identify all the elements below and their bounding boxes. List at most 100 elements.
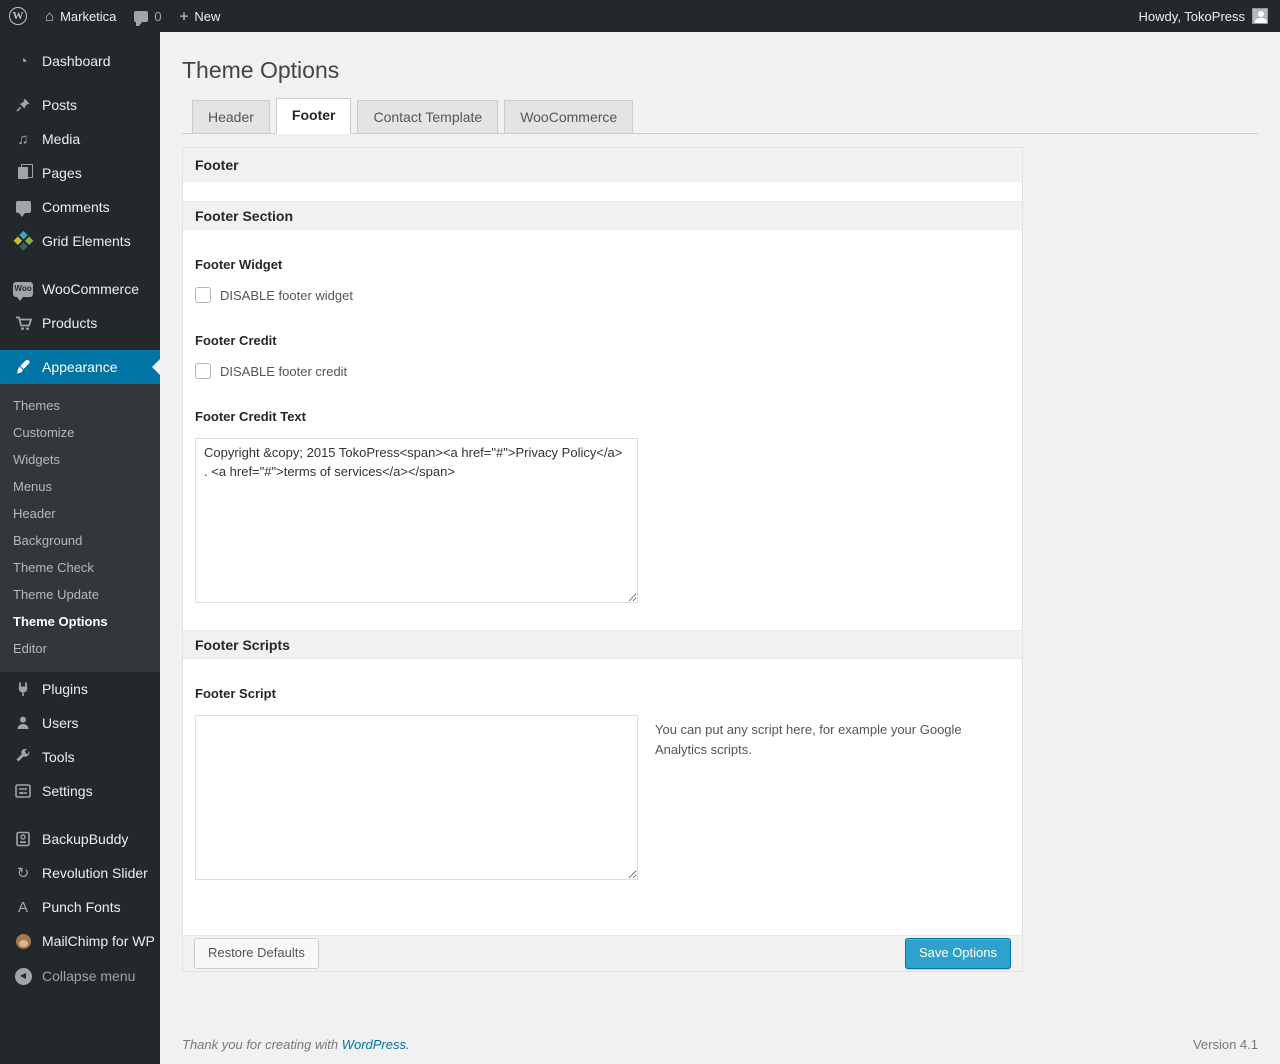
panel-header-label: Footer xyxy=(195,156,239,173)
user-icon xyxy=(13,715,33,731)
avatar[interactable] xyxy=(1252,8,1268,24)
sidebar-item-dashboard[interactable]: ◔ Dashboard xyxy=(0,44,160,78)
sidebar-item-revolution-slider[interactable]: ↻ Revolution Slider xyxy=(0,856,160,890)
mailchimp-monkey-icon xyxy=(13,933,33,949)
submenu-item-theme-check[interactable]: Theme Check xyxy=(0,554,160,581)
sidebar-item-posts[interactable]: Posts xyxy=(0,88,160,122)
howdy-label: Howdy, TokoPress xyxy=(1138,8,1245,24)
save-options-button[interactable]: Save Options xyxy=(904,938,1011,969)
tab-woocommerce[interactable]: WooCommerce xyxy=(504,100,634,133)
disable-footer-credit-checkbox[interactable] xyxy=(195,363,211,379)
submenu-item-menus[interactable]: Menus xyxy=(0,473,160,500)
collapse-arrow-icon: ◀ xyxy=(13,967,33,985)
sidebar-item-pages[interactable]: Pages xyxy=(0,156,160,190)
comments-menu[interactable]: 0 xyxy=(125,0,170,32)
sidebar-item-label: Plugins xyxy=(42,681,88,697)
footer-section-header: Footer Section xyxy=(183,201,1022,230)
paintbrush-icon xyxy=(13,359,33,375)
panel-actions-bar: Restore Defaults Save Options xyxy=(183,935,1022,971)
sidebar-item-label: Grid Elements xyxy=(42,233,131,249)
submenu-item-header[interactable]: Header xyxy=(0,500,160,527)
tab-footer[interactable]: Footer xyxy=(275,98,352,134)
plus-icon: + xyxy=(179,7,189,25)
submenu-item-theme-update[interactable]: Theme Update xyxy=(0,581,160,608)
version-label: Version 4.1 xyxy=(1192,1037,1258,1052)
footer-scripts-body: Footer Script You can put any script her… xyxy=(183,659,1022,935)
tab-contact-template[interactable]: Contact Template xyxy=(357,100,499,133)
main-content: Theme Options Header Footer Contact Temp… xyxy=(160,32,1280,1064)
disable-footer-widget-label: DISABLE footer widget xyxy=(220,287,353,303)
submenu-item-customize[interactable]: Customize xyxy=(0,419,160,446)
footer-widget-checkbox-row: DISABLE footer widget xyxy=(195,287,1010,303)
submenu-item-editor[interactable]: Editor xyxy=(0,635,160,662)
comment-count: 0 xyxy=(154,8,162,24)
wordpress-link[interactable]: WordPress. xyxy=(342,1037,410,1052)
sidebar-item-label: WooCommerce xyxy=(42,281,139,297)
sidebar-item-woocommerce[interactable]: Woo WooCommerce xyxy=(0,272,160,306)
sidebar-item-label: Punch Fonts xyxy=(42,899,121,915)
footer-thanks-text: Thank you for creating with WordPress. xyxy=(182,1037,410,1052)
sidebar-item-settings[interactable]: Settings xyxy=(0,774,160,808)
footer-credit-label: Footer Credit xyxy=(195,333,277,348)
sidebar-item-tools[interactable]: Tools xyxy=(0,740,160,774)
sidebar-item-label: Pages xyxy=(42,165,82,181)
home-icon: ⌂ xyxy=(45,7,55,25)
sidebar-item-appearance[interactable]: Appearance xyxy=(0,350,160,384)
sidebar-item-label: Users xyxy=(42,715,79,731)
page-title: Theme Options xyxy=(182,57,340,83)
sidebar-item-label: Dashboard xyxy=(42,53,111,69)
sidebar-item-grid-elements[interactable]: Grid Elements xyxy=(0,224,160,258)
sidebar-item-label: Products xyxy=(42,315,98,331)
sidebar-item-label: Posts xyxy=(42,97,78,113)
disable-footer-widget-checkbox[interactable] xyxy=(195,287,211,303)
sidebar-item-label: BackupBuddy xyxy=(42,831,129,847)
sidebar-item-punch-fonts[interactable]: A Punch Fonts xyxy=(0,890,160,924)
sidebar-item-media[interactable]: ♫ Media xyxy=(0,122,160,156)
footer-script-help-text: You can put any script here, for example… xyxy=(655,722,962,758)
tab-header[interactable]: Header xyxy=(192,100,270,133)
sidebar-item-label: Settings xyxy=(42,783,93,799)
dashboard-icon: ◔ xyxy=(18,52,28,70)
submenu-item-theme-options[interactable]: Theme Options xyxy=(0,608,160,635)
footer-script-label: Footer Script xyxy=(195,686,276,701)
panel-gap xyxy=(183,182,1022,201)
letter-a-icon: A xyxy=(17,898,28,916)
footer-credit-checkbox-row: DISABLE footer credit xyxy=(195,363,1010,379)
sidebar-item-backupbuddy[interactable]: BackupBuddy xyxy=(0,822,160,856)
sidebar-item-label: MailChimp for WP xyxy=(42,933,155,949)
collapse-menu-button[interactable]: ◀ Collapse menu xyxy=(0,959,160,993)
settings-sliders-icon xyxy=(13,783,33,799)
restore-defaults-button[interactable]: Restore Defaults xyxy=(194,938,319,969)
plugin-icon xyxy=(13,681,33,697)
submenu-item-background[interactable]: Background xyxy=(0,527,160,554)
sidebar-item-plugins[interactable]: Plugins xyxy=(0,672,160,706)
footer-credit-text-textarea[interactable]: Copyright &copy; 2015 TokoPress<span><a … xyxy=(195,438,638,603)
footer-scripts-header-label: Footer Scripts xyxy=(195,636,290,653)
footer-script-textarea[interactable] xyxy=(195,715,638,880)
sidebar-item-mailchimp[interactable]: MailChimp for WP xyxy=(0,924,160,958)
submenu-item-widgets[interactable]: Widgets xyxy=(0,446,160,473)
submenu-item-themes[interactable]: Themes xyxy=(0,392,160,419)
sidebar-item-comments[interactable]: Comments xyxy=(0,190,160,224)
footer-credit-text-label: Footer Credit Text xyxy=(195,409,306,424)
footer-thanks-prefix: Thank you for creating with xyxy=(182,1037,342,1052)
footer-section-header-label: Footer Section xyxy=(195,207,294,224)
site-name-menu[interactable]: ⌂ Marketica xyxy=(36,0,125,32)
site-name-label: Marketica xyxy=(60,8,117,24)
wp-logo-menu[interactable]: W xyxy=(0,0,36,32)
pages-icon xyxy=(13,164,33,179)
grid-elements-icon xyxy=(13,230,33,251)
sidebar-item-users[interactable]: Users xyxy=(0,706,160,740)
footer-options-panel: Footer Footer Section Footer Widget DISA… xyxy=(182,147,1023,972)
wrench-icon xyxy=(13,749,33,765)
sidebar-item-products[interactable]: Products xyxy=(0,306,160,340)
new-label: New xyxy=(194,8,221,24)
sidebar-item-label: Collapse menu xyxy=(42,968,136,984)
new-content-menu[interactable]: + New xyxy=(171,0,230,32)
footer-section-body: Footer Widget DISABLE footer widget Foot… xyxy=(183,230,1022,630)
admin-sidebar: ◔ Dashboard Posts ♫ Media Pages Comments… xyxy=(0,32,160,1064)
media-icon: ♫ xyxy=(17,130,29,148)
account-menu[interactable]: Howdy, TokoPress xyxy=(1130,0,1245,32)
backup-box-icon xyxy=(13,831,33,847)
sidebar-item-label: Revolution Slider xyxy=(42,865,148,881)
